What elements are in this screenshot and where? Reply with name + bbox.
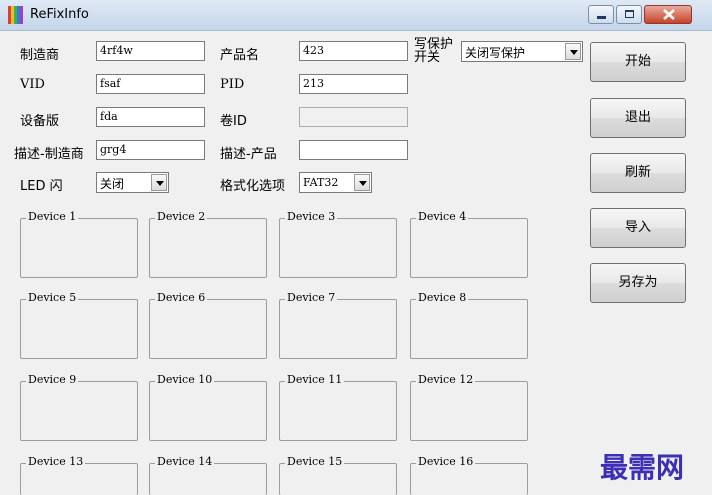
chevron-down-icon <box>565 43 581 60</box>
device-group: Device 11 <box>279 373 397 441</box>
device-group-title: Device 2 <box>155 210 208 223</box>
device-group: Device 15 <box>279 455 397 495</box>
title-bar: ReFixInfo <box>0 0 712 31</box>
device-group: Device 4 <box>410 210 528 278</box>
device-group: Device 5 <box>20 291 138 359</box>
desc-product-input[interactable] <box>299 140 408 160</box>
device-group: Device 12 <box>410 373 528 441</box>
device-group-title: Device 8 <box>416 291 469 304</box>
device-group: Device 6 <box>149 291 267 359</box>
device-group: Device 9 <box>20 373 138 441</box>
device-group: Device 1 <box>20 210 138 278</box>
app-icon <box>8 6 24 24</box>
device-group: Device 16 <box>410 455 528 495</box>
device-group: Device 8 <box>410 291 528 359</box>
exit-button[interactable]: 退出 <box>590 98 686 138</box>
window-title: ReFixInfo <box>30 7 89 22</box>
device-group-title: Device 15 <box>285 455 345 468</box>
write-protect-label-line2: 开关 <box>414 50 441 65</box>
watermark-logo: 最需网 <box>600 451 685 484</box>
device-group: Device 14 <box>149 455 267 495</box>
device-group-title: Device 12 <box>416 373 476 386</box>
write-protect-value: 关闭写保护 <box>465 46 526 60</box>
save-as-button[interactable]: 另存为 <box>590 263 686 303</box>
device-group: Device 10 <box>149 373 267 441</box>
device-group-title: Device 11 <box>285 373 345 386</box>
product-name-input[interactable]: 423 <box>299 41 408 61</box>
volume-id-input <box>299 107 408 127</box>
format-option-select[interactable]: FAT32 <box>299 172 372 193</box>
led-flash-value: 关闭 <box>100 177 125 191</box>
device-group: Device 13 <box>20 455 138 495</box>
chevron-down-icon <box>151 174 167 191</box>
desc-manufacturer-input[interactable]: grg4 <box>96 140 205 160</box>
maximize-icon <box>625 10 634 18</box>
product-name-label: 产品名 <box>220 48 260 63</box>
volume-id-label: 卷ID <box>220 114 247 129</box>
device-group-title: Device 3 <box>285 210 338 223</box>
led-flash-label: LED 闪 <box>20 179 63 194</box>
close-icon <box>663 9 675 20</box>
refresh-button[interactable]: 刷新 <box>590 153 686 193</box>
format-option-value: FAT32 <box>303 176 339 189</box>
vid-input[interactable]: fsaf <box>96 74 205 94</box>
manufacturer-input[interactable]: 4rf4w <box>96 41 205 61</box>
pid-input[interactable]: 213 <box>299 74 408 94</box>
device-group-title: Device 7 <box>285 291 338 304</box>
device-group-title: Device 14 <box>155 455 215 468</box>
desc-product-label: 描述-产品 <box>220 147 277 162</box>
desc-manufacturer-label: 描述-制造商 <box>14 147 84 162</box>
device-version-input[interactable]: fda <box>96 107 205 127</box>
write-protect-label: 写保护 开关 <box>414 38 453 64</box>
device-group: Device 2 <box>149 210 267 278</box>
device-version-label: 设备版 <box>20 114 60 129</box>
pid-label: PID <box>220 77 245 92</box>
chevron-down-icon <box>354 174 370 191</box>
device-group-title: Device 4 <box>416 210 469 223</box>
device-group-title: Device 16 <box>416 455 476 468</box>
write-protect-select[interactable]: 关闭写保护 <box>461 41 583 62</box>
manufacturer-label: 制造商 <box>20 48 60 63</box>
device-group-title: Device 13 <box>26 455 86 468</box>
vid-label: VID <box>20 77 45 92</box>
maximize-button[interactable] <box>616 5 642 24</box>
device-group-title: Device 9 <box>26 373 79 386</box>
minimize-icon <box>597 16 606 19</box>
device-group: Device 7 <box>279 291 397 359</box>
device-group-title: Device 10 <box>155 373 215 386</box>
minimize-button[interactable] <box>588 5 614 24</box>
import-button[interactable]: 导入 <box>590 208 686 248</box>
device-group: Device 3 <box>279 210 397 278</box>
led-flash-select[interactable]: 关闭 <box>96 172 169 193</box>
device-group-title: Device 1 <box>26 210 79 223</box>
device-group-title: Device 6 <box>155 291 208 304</box>
close-button[interactable] <box>644 5 692 24</box>
device-group-title: Device 5 <box>26 291 79 304</box>
start-button[interactable]: 开始 <box>590 42 686 82</box>
format-option-label: 格式化选项 <box>220 179 286 194</box>
